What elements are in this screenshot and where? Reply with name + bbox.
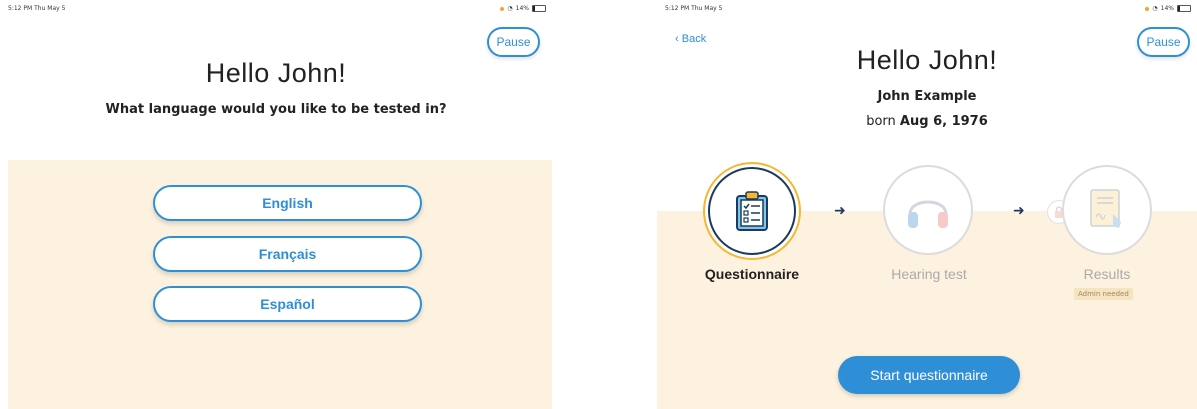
battery-icon xyxy=(532,5,546,12)
back-button[interactable]: ‹ Back xyxy=(675,33,706,45)
battery-icon xyxy=(1177,5,1191,12)
status-bar: 5:12 PM Thu May 5 ◔ 14% xyxy=(8,5,546,15)
greeting-title: Hello John! xyxy=(856,45,998,75)
start-questionnaire-button[interactable]: Start questionnaire xyxy=(838,356,1020,394)
battery-percent: 14% xyxy=(515,5,529,12)
mic-indicator-icon xyxy=(1145,6,1150,11)
test-overview-screen: 5:12 PM Thu May 5 ◔ 14% ‹ Back Pause Hel… xyxy=(657,0,1197,409)
arrow-right-icon: ➜ xyxy=(1013,203,1025,219)
step-label-hearing-test: Hearing test xyxy=(891,266,967,282)
language-button-english[interactable]: English xyxy=(153,185,422,221)
born-date: Aug 6, 1976 xyxy=(899,114,988,129)
patient-birthdate: born Aug 6, 1976 xyxy=(657,114,1197,129)
status-indicators: ◔ 14% xyxy=(1145,5,1191,12)
language-question: What language would you like to be teste… xyxy=(105,102,447,117)
headphones-icon xyxy=(908,200,948,228)
step-hearing-test[interactable] xyxy=(883,165,973,255)
signed-document-icon xyxy=(1090,189,1121,228)
pause-button[interactable]: Pause xyxy=(487,27,540,57)
step-questionnaire[interactable] xyxy=(703,162,801,260)
step-label-results: Results xyxy=(1083,266,1131,282)
born-prefix: born xyxy=(866,114,896,129)
status-time: 5:12 PM Thu May 5 xyxy=(665,5,723,12)
chevron-left-icon: ‹ xyxy=(675,33,679,45)
language-button-francais[interactable]: Français xyxy=(153,236,422,272)
arrow-right-icon: ➜ xyxy=(834,203,846,219)
wifi-icon: ◔ xyxy=(507,5,513,12)
admin-needed-badge: Admin needed xyxy=(1074,288,1133,300)
step-label-questionnaire: Questionnaire xyxy=(704,266,800,282)
greeting-title: Hello John! xyxy=(205,58,347,88)
language-button-espanol[interactable]: Español xyxy=(153,286,422,322)
battery-percent: 14% xyxy=(1160,5,1174,12)
back-label: Back xyxy=(681,33,707,45)
language-options-panel: English Français Español xyxy=(8,160,552,409)
step-results[interactable] xyxy=(1062,165,1152,255)
clipboard-icon xyxy=(736,191,768,231)
status-time: 5:12 PM Thu May 5 xyxy=(8,5,66,12)
status-indicators: ◔ 14% xyxy=(500,5,546,12)
wifi-icon: ◔ xyxy=(1152,5,1158,12)
mic-indicator-icon xyxy=(500,6,505,11)
patient-name: John Example xyxy=(877,89,977,104)
status-bar: 5:12 PM Thu May 5 ◔ 14% xyxy=(665,5,1191,15)
language-selection-screen: 5:12 PM Thu May 5 ◔ 14% Pause Hello John… xyxy=(0,0,552,409)
